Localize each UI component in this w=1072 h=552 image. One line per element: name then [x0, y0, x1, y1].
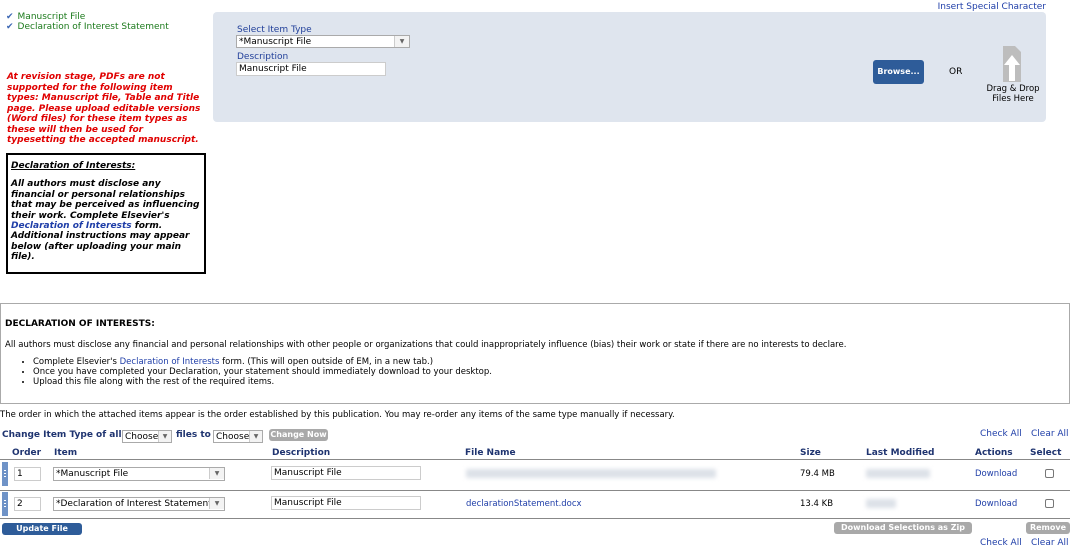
table-divider — [0, 459, 1070, 460]
change-item-type-label: Change Item Type of all — [2, 430, 122, 440]
required-items-list: ✔ Manuscript File ✔ Declaration of Interes… — [6, 12, 169, 32]
declaration-panel: DECLARATION OF INTERESTS: All authors mu… — [0, 303, 1070, 404]
description-label: Description — [237, 52, 289, 62]
checkmark-icon: ✔ — [6, 22, 14, 32]
pdf-warning-text: At revision stage, PDFs are not supporte… — [7, 72, 201, 145]
declaration-instructions-list: Complete Elsevier's Declaration of Inter… — [1, 357, 492, 387]
chevron-down-icon: ▼ — [209, 468, 224, 479]
clear-all-link[interactable]: Clear All — [1031, 429, 1069, 439]
list-item: Complete Elsevier's Declaration of Inter… — [33, 357, 492, 367]
file-name-link[interactable]: declarationStatement.docx — [466, 499, 582, 509]
header-last-modified: Last Modified — [866, 448, 935, 458]
declaration-form-link[interactable]: Declaration of Interests — [11, 221, 132, 231]
header-actions: Actions — [975, 448, 1013, 458]
chevron-down-icon: ▼ — [209, 498, 224, 509]
declaration-panel-title: DECLARATION OF INTERESTS: — [5, 319, 155, 329]
insert-special-character-link[interactable]: Insert Special Character — [938, 2, 1046, 12]
order-input[interactable]: 1 — [14, 467, 41, 481]
order-note: The order in which the attached items ap… — [0, 410, 675, 420]
chevron-down-icon: ▼ — [249, 431, 262, 442]
drag-drop-zone[interactable]: Drag & Drop Files Here — [983, 42, 1043, 114]
header-description: Description — [272, 448, 331, 458]
header-select: Select — [1030, 448, 1062, 458]
change-now-button[interactable]: Change Now — [269, 429, 328, 441]
required-item: ✔ Declaration of Interest Statement — [6, 22, 169, 32]
declaration-panel-intro: All authors must disclose any financial … — [5, 340, 847, 350]
select-checkbox[interactable] — [1045, 499, 1054, 508]
drag-drop-text: Drag & Drop Files Here — [986, 84, 1040, 104]
download-link[interactable]: Download — [975, 469, 1017, 479]
header-item: Item — [54, 448, 78, 458]
or-label: OR — [949, 67, 963, 77]
files-to-label: files to — [176, 430, 211, 440]
select-item-type-label: Select Item Type — [237, 25, 312, 35]
row-item-type-select[interactable]: *Manuscript File ▼ — [53, 467, 225, 481]
select-checkbox[interactable] — [1045, 469, 1054, 478]
row-item-type-select[interactable]: *Declaration of Interest Statement ▼ — [53, 497, 225, 511]
row-description-input[interactable]: Manuscript File — [271, 466, 421, 480]
required-item: ✔ Manuscript File — [6, 12, 86, 22]
chevron-down-icon: ▼ — [394, 36, 409, 47]
chevron-down-icon: ▼ — [158, 431, 171, 442]
remove-button[interactable]: Remove — [1026, 522, 1070, 534]
check-all-link[interactable]: Check All — [980, 538, 1022, 548]
table-row: 1 *Manuscript File ▼ Manuscript File 79.… — [0, 461, 1070, 489]
description-input[interactable]: Manuscript File — [236, 62, 386, 76]
file-upload-icon — [1003, 46, 1021, 82]
header-file-name: File Name — [465, 448, 516, 458]
list-item: Upload this file along with the rest of … — [33, 377, 492, 387]
row-size: 13.4 KB — [800, 499, 834, 509]
change-to-select[interactable]: Choose ▼ — [213, 430, 263, 443]
header-size: Size — [800, 448, 821, 458]
item-type-select[interactable]: *Manuscript File ▼ — [236, 35, 410, 48]
browse-button[interactable]: Browse... — [873, 60, 924, 84]
row-description-input[interactable]: Manuscript File — [271, 496, 421, 510]
header-order: Order — [12, 448, 42, 458]
list-item: Once you have completed your Declaration… — [33, 367, 492, 377]
declaration-box-text: All authors must disclose any financial … — [11, 179, 200, 263]
declaration-info-box: Declaration of Interests: All authors mu… — [6, 153, 206, 274]
order-input[interactable]: 2 — [14, 497, 41, 511]
redacted-last-modified — [866, 469, 930, 478]
check-all-link[interactable]: Check All — [980, 429, 1022, 439]
table-divider — [0, 518, 1070, 519]
declaration-form-link[interactable]: Declaration of Interests — [120, 357, 220, 367]
drag-handle[interactable] — [2, 462, 8, 486]
redacted-file-name — [466, 469, 716, 478]
drag-handle[interactable] — [2, 492, 8, 516]
download-link[interactable]: Download — [975, 499, 1017, 509]
table-row: 2 *Declaration of Interest Statement ▼ M… — [0, 491, 1070, 519]
clear-all-link[interactable]: Clear All — [1031, 538, 1069, 548]
change-from-select[interactable]: Choose ▼ — [122, 430, 172, 443]
redacted-last-modified — [866, 499, 896, 508]
checkmark-icon: ✔ — [6, 12, 14, 22]
row-size: 79.4 MB — [800, 469, 835, 479]
declaration-box-title: Declaration of Interests: — [11, 161, 136, 171]
download-zip-button[interactable]: Download Selections as Zip File — [834, 522, 972, 544]
upload-panel: Select Item Type *Manuscript File ▼ Desc… — [213, 12, 1046, 122]
update-file-order-button[interactable]: Update File Order — [2, 523, 82, 545]
